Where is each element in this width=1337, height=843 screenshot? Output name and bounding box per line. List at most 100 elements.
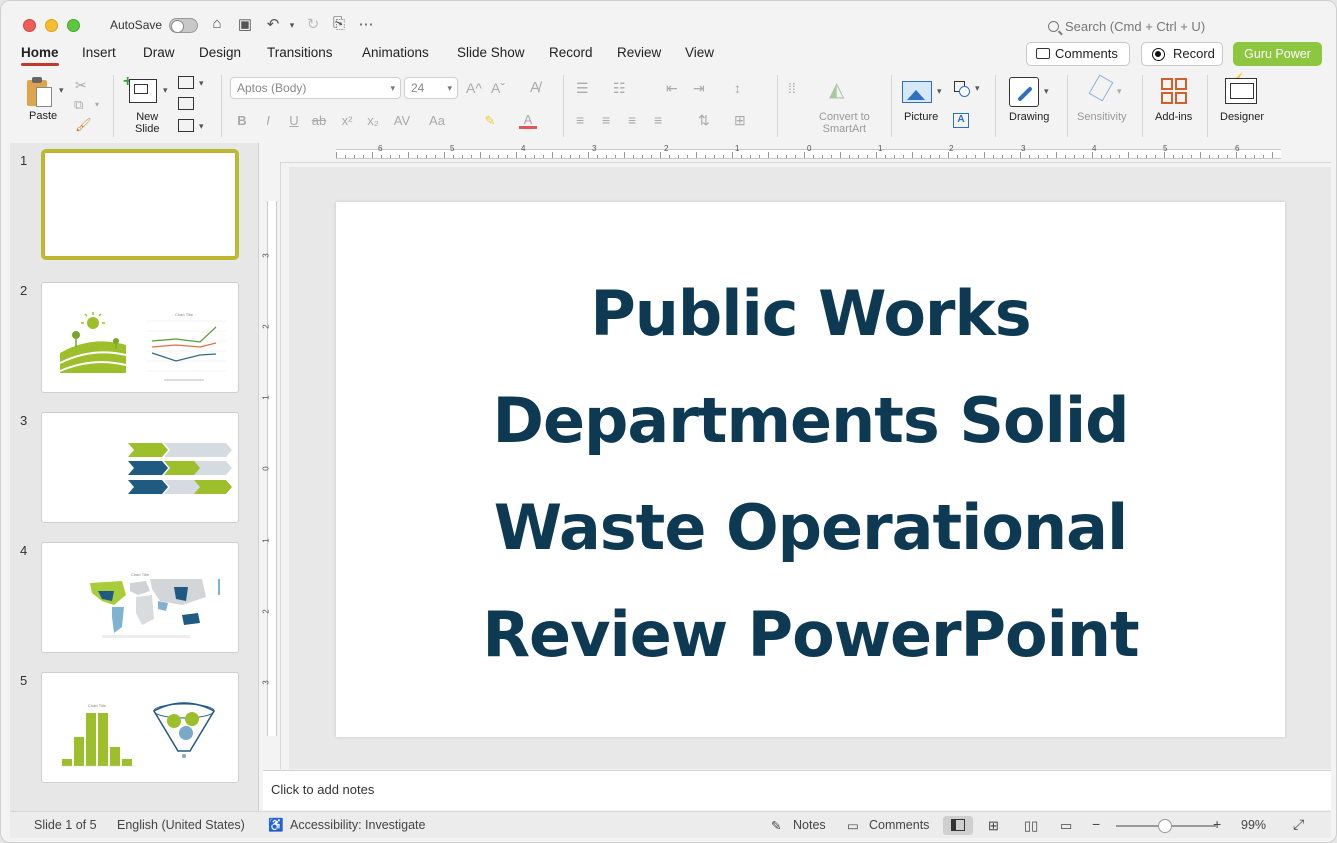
designer-icon[interactable] [1225,78,1257,104]
font-name-select[interactable]: Aptos (Body) ▾ [230,77,401,99]
drawing-dropdown-icon[interactable]: ▾ [1044,86,1049,97]
font-color-button[interactable]: A [519,113,537,129]
accessibility-icon[interactable]: ♿ [268,818,284,833]
picture-dropdown-icon[interactable]: ▾ [937,86,942,97]
clear-formatting-icon[interactable]: A̸ [530,79,540,96]
slide-thumbnail-1[interactable] [41,149,239,260]
home-icon[interactable]: ⌂ [207,15,227,32]
zoom-slider-thumb[interactable] [1158,819,1172,833]
underline-button[interactable]: U [285,113,303,128]
quick-save-icon[interactable]: ⎘ [329,15,349,32]
normal-view-button[interactable] [943,816,973,835]
superscript-button[interactable]: x² [338,113,356,128]
slide-thumbnail-4[interactable]: Chart Title [41,542,239,653]
grow-font-icon[interactable]: A^ [466,80,482,96]
sensitivity-icon[interactable] [1087,74,1115,105]
decrease-indent-icon[interactable]: ⇤ [666,80,678,97]
zoom-level[interactable]: 99% [1241,818,1266,832]
autosave-toggle[interactable] [169,18,198,33]
section-dropdown-icon[interactable]: ▾ [199,121,204,132]
picture-icon[interactable] [902,81,932,103]
notes-pane[interactable]: Click to add notes [263,770,1331,810]
slide-thumbnail-2[interactable]: Chart Title [41,282,239,393]
shrink-font-icon[interactable]: Aˇ [491,80,505,96]
tab-record[interactable]: Record [549,45,593,60]
character-spacing-button[interactable]: AV [390,113,414,128]
convert-smartart-label[interactable]: Convert to SmartArt [819,111,870,135]
copy-dropdown-icon[interactable]: ▾ [95,100,99,109]
record-button[interactable]: Record [1141,42,1223,66]
current-slide[interactable]: Public Works Departments Solid Waste Ope… [336,202,1285,737]
font-size-select[interactable]: 24 ▾ [404,77,458,99]
numbering-icon[interactable]: ☷ [613,80,626,97]
justify-icon[interactable]: ≡ [654,112,662,128]
shapes-dropdown-icon[interactable]: ▾ [975,83,980,94]
smartart-icon[interactable]: ◭ [829,77,844,102]
minimize-window-button[interactable] [45,19,58,32]
comments-button[interactable]: Comments [1026,42,1130,66]
undo-dropdown-icon[interactable]: ▾ [282,20,302,31]
fit-to-window-icon[interactable]: ⤢ [1293,816,1304,833]
tab-transitions[interactable]: Transitions [267,45,333,60]
notes-toggle[interactable]: Notes [793,818,826,832]
slide-show-button[interactable]: ▭ [1052,816,1082,835]
tab-view[interactable]: View [685,45,714,60]
more-icon[interactable]: ⋯ [356,15,376,33]
language-indicator[interactable]: English (United States) [117,818,245,832]
undo-icon[interactable]: ↶ [263,15,283,33]
layout-dropdown-icon[interactable]: ▾ [199,78,204,89]
layout-icon[interactable] [178,76,194,89]
zoom-in-button[interactable]: + [1213,816,1221,832]
align-center-icon[interactable]: ≡ [602,112,610,128]
italic-button[interactable]: I [259,113,277,128]
format-painter-icon[interactable]: 🖌 [75,117,92,133]
tab-home[interactable]: Home [21,45,59,66]
add-ins-icon[interactable] [1161,78,1189,106]
text-direction-icon[interactable]: ⇅ [698,112,710,129]
line-spacing-icon[interactable]: ↕ [734,80,741,96]
tab-review[interactable]: Review [617,45,661,60]
align-left-icon[interactable]: ≡ [576,112,584,128]
new-slide-dropdown-icon[interactable]: ▾ [163,85,168,96]
paste-icon[interactable] [27,77,53,107]
save-icon[interactable]: ▣ [235,15,255,33]
comments-toggle[interactable]: Comments [869,818,929,832]
slide-thumbnail-5[interactable]: Chart Title [41,672,239,783]
paste-dropdown-icon[interactable]: ▾ [59,85,64,96]
subscript-button[interactable]: x₂ [364,113,382,128]
bold-button[interactable]: B [233,113,251,128]
tab-draw[interactable]: Draw [143,45,175,60]
align-text-icon[interactable]: ⊞ [734,112,746,129]
tab-slide-show[interactable]: Slide Show [457,45,525,60]
shapes-icon[interactable] [954,81,970,97]
strikethrough-button[interactable]: ab [310,113,328,128]
reading-view-button[interactable]: ▯▯ [1016,816,1046,835]
zoom-window-button[interactable] [67,19,80,32]
tab-insert[interactable]: Insert [82,45,116,60]
status-comment-icon[interactable]: ▭ [847,818,859,833]
text-box-icon[interactable]: A [953,113,969,128]
highlight-icon[interactable]: ✎ [481,113,499,129]
tab-design[interactable]: Design [199,45,241,60]
reset-icon[interactable] [178,97,194,110]
close-window-button[interactable] [23,19,36,32]
bullets-icon[interactable]: ☰ [576,80,589,97]
sensitivity-dropdown-icon[interactable]: ▾ [1117,86,1122,97]
slide-title[interactable]: Public Works Departments Solid Waste Ope… [336,260,1285,688]
accessibility-status[interactable]: Accessibility: Investigate [290,818,425,832]
section-icon[interactable] [178,119,194,132]
tab-animations[interactable]: Animations [362,45,429,60]
slide-thumbnail-3[interactable] [41,412,239,523]
columns-icon[interactable]: ⁞⁞ [788,80,796,96]
drawing-icon[interactable] [1009,77,1039,107]
notes-icon[interactable]: ✎ [771,818,781,833]
cut-icon[interactable]: ✂ [75,77,87,94]
align-right-icon[interactable]: ≡ [628,112,636,128]
slide-sorter-button[interactable]: ⊞ [980,816,1010,835]
increase-indent-icon[interactable]: ⇥ [693,80,705,97]
change-case-button[interactable]: Aa [426,113,448,128]
zoom-out-button[interactable]: − [1092,816,1100,832]
copy-icon[interactable]: ⧉ [74,97,83,113]
new-slide-icon[interactable] [129,79,157,103]
guru-power-button[interactable]: Guru Power [1233,42,1322,66]
